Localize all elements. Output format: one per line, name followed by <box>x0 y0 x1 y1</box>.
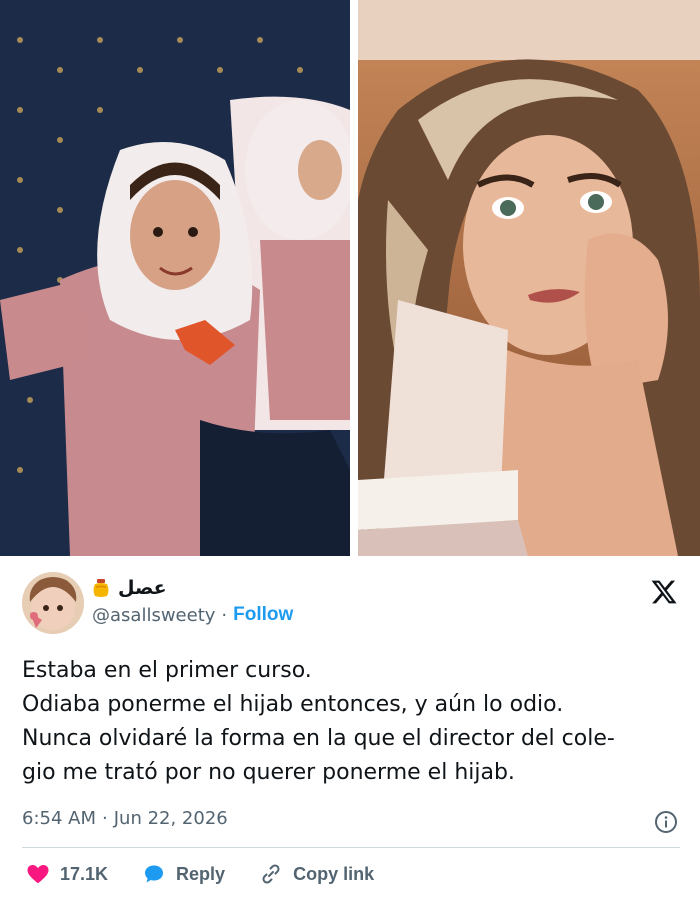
avatar[interactable] <box>22 572 84 634</box>
tweet-line: gio me trató por no querer ponerme el hi… <box>22 760 515 785</box>
tweet-card: عصل @asallsweety · Follow Estaba en el p… <box>0 556 700 900</box>
tweet-line: Odiaba ponerme el hijab entonces, y aún … <box>22 692 564 717</box>
like-count: 17.1K <box>60 863 109 884</box>
avatar-image <box>22 572 84 634</box>
follow-button[interactable]: Follow <box>233 604 293 626</box>
handle-row: @asallsweety · Follow <box>92 604 293 626</box>
timestamp-separator: · <box>102 808 108 829</box>
tweet-date: Jun 22, 2026 <box>113 808 228 829</box>
x-logo-icon[interactable] <box>650 578 678 606</box>
tweet-time: 6:54 AM <box>22 808 96 829</box>
tweet-text: Estaba en el primer curso. Odiaba ponerm… <box>22 654 682 790</box>
divider <box>22 847 680 848</box>
honey-pot-icon <box>93 579 109 597</box>
handle-separator: · <box>221 604 228 626</box>
author-name-row: عصل <box>92 576 167 600</box>
tweet-timestamp[interactable]: 6:54 AM · Jun 22, 2026 <box>22 808 228 829</box>
tweet-line: Estaba en el primer curso. <box>22 658 312 683</box>
reply-button[interactable]: Reply <box>142 862 225 886</box>
copy-link-button[interactable]: Copy link <box>259 862 374 886</box>
selfie-photo[interactable] <box>358 0 700 556</box>
info-icon[interactable] <box>654 810 678 834</box>
childhood-photo-image <box>0 0 350 556</box>
action-bar: 17.1K Reply Copy link <box>26 858 408 890</box>
tweet-line: Nunca olvidaré la forma en la que el dir… <box>22 726 615 751</box>
link-icon <box>262 864 280 884</box>
display-name[interactable]: عصل <box>118 577 167 599</box>
heart-icon <box>27 865 49 884</box>
copy-link-label: Copy link <box>293 863 375 884</box>
like-button[interactable]: 17.1K <box>26 862 108 886</box>
author-handle[interactable]: @asallsweety <box>92 605 215 626</box>
reply-label: Reply <box>176 863 226 884</box>
selfie-photo-image <box>358 0 700 556</box>
photo-grid <box>0 0 700 556</box>
childhood-photo[interactable] <box>0 0 350 556</box>
reply-bubble-icon <box>145 865 164 883</box>
